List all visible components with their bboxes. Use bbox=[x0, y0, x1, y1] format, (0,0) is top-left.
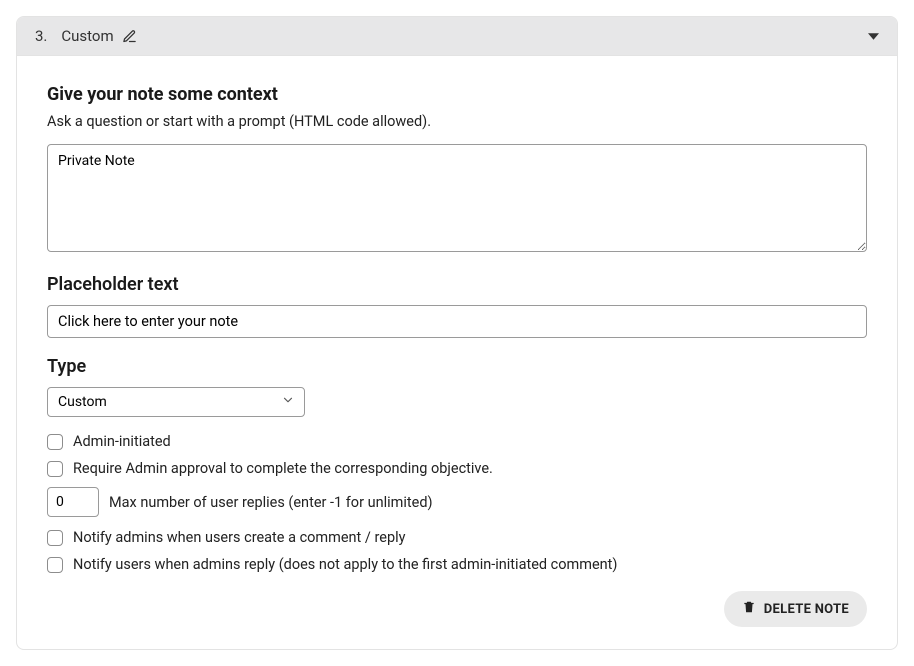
notify-admins-checkbox[interactable] bbox=[47, 530, 63, 546]
panel-title-wrap: Custom bbox=[61, 27, 136, 45]
require-approval-checkbox[interactable] bbox=[47, 461, 63, 477]
placeholder-input[interactable] bbox=[47, 305, 867, 338]
notify-users-checkbox[interactable] bbox=[47, 557, 63, 573]
placeholder-heading: Placeholder text bbox=[47, 274, 867, 295]
context-heading: Give your note some context bbox=[47, 84, 867, 105]
panel-header-left: 3. Custom bbox=[35, 27, 137, 45]
notify-admins-label: Notify admins when users create a commen… bbox=[73, 529, 405, 546]
notify-users-label: Notify users when admins reply (does not… bbox=[73, 556, 617, 573]
edit-icon[interactable] bbox=[122, 29, 137, 44]
context-description: Ask a question or start with a prompt (H… bbox=[47, 113, 867, 130]
footer-row: DELETE NOTE bbox=[47, 591, 867, 627]
trash-icon bbox=[742, 600, 756, 618]
admin-initiated-label: Admin-initiated bbox=[73, 433, 171, 450]
panel-number: 3. bbox=[35, 27, 47, 45]
delete-note-button[interactable]: DELETE NOTE bbox=[724, 591, 867, 627]
admin-initiated-row: Admin-initiated bbox=[47, 433, 867, 450]
panel-title: Custom bbox=[61, 27, 113, 45]
admin-initiated-checkbox[interactable] bbox=[47, 434, 63, 450]
type-select[interactable]: Custom bbox=[47, 387, 305, 417]
type-select-wrap: Custom bbox=[47, 387, 305, 417]
max-replies-label: Max number of user replies (enter -1 for… bbox=[109, 494, 433, 511]
max-replies-input[interactable] bbox=[47, 487, 99, 517]
delete-note-label: DELETE NOTE bbox=[764, 602, 849, 617]
context-textarea[interactable] bbox=[47, 144, 867, 252]
panel-header[interactable]: 3. Custom bbox=[17, 17, 897, 56]
panel-body: Give your note some context Ask a questi… bbox=[17, 56, 897, 649]
collapse-icon[interactable] bbox=[868, 31, 879, 42]
notify-users-row: Notify users when admins reply (does not… bbox=[47, 556, 867, 573]
require-approval-label: Require Admin approval to complete the c… bbox=[73, 460, 493, 477]
note-panel: 3. Custom Give your note some context As… bbox=[16, 16, 898, 650]
type-heading: Type bbox=[47, 356, 867, 377]
notify-admins-row: Notify admins when users create a commen… bbox=[47, 529, 867, 546]
require-approval-row: Require Admin approval to complete the c… bbox=[47, 460, 867, 477]
max-replies-row: Max number of user replies (enter -1 for… bbox=[47, 487, 867, 517]
